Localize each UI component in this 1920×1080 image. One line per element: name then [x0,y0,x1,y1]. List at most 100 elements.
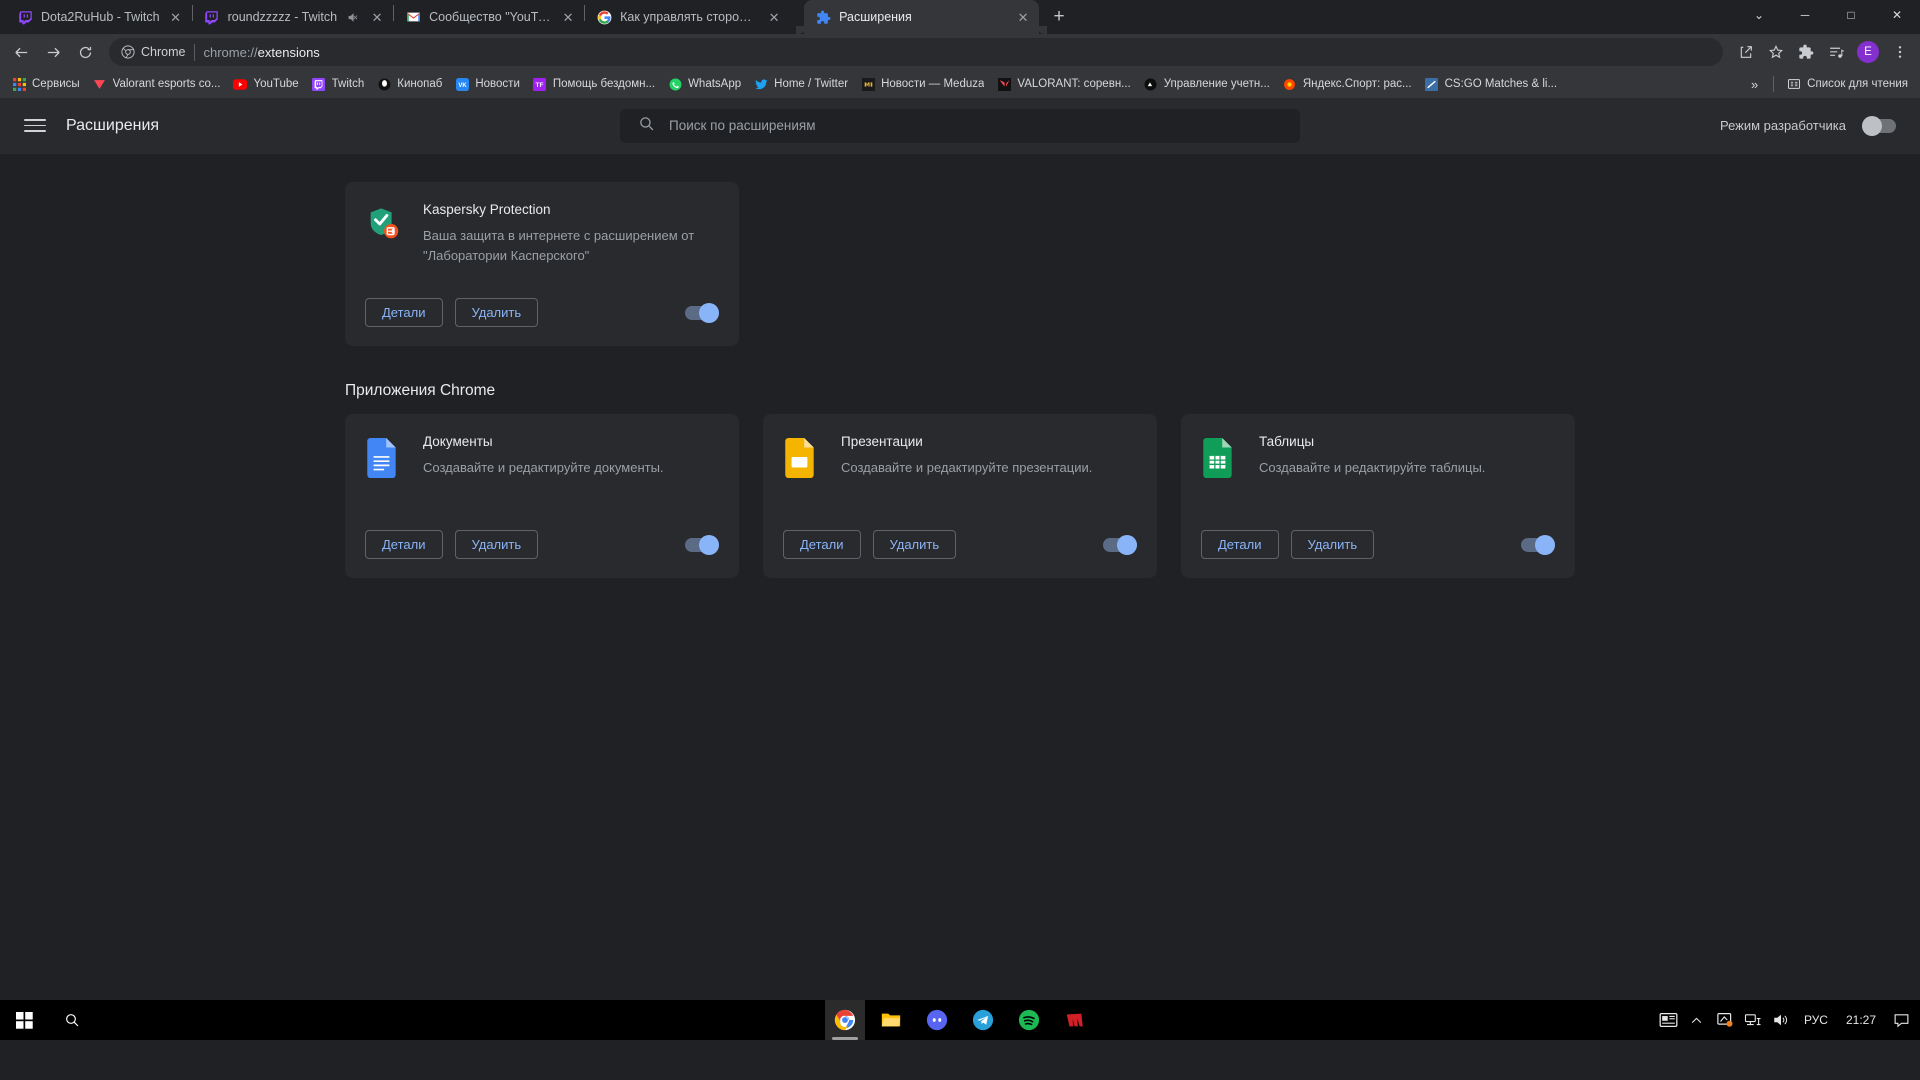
puzzle-icon [815,9,831,25]
chrome-menu-icon[interactable] [1886,38,1914,66]
show-hidden-icons-chevron-icon[interactable] [1684,1000,1710,1040]
file-explorer-taskbar-icon[interactable] [871,1000,911,1040]
taskbar-search-icon[interactable] [48,1000,96,1040]
app-enabled-toggle[interactable] [685,534,719,555]
browser-tab[interactable]: roundzzzzz - Twitch ✕ [193,0,394,34]
browser-tab[interactable]: Dota2RuHub - Twitch ✕ [6,0,192,34]
mute-icon[interactable] [345,11,361,24]
notification-center-icon[interactable] [1886,1000,1916,1040]
details-button[interactable]: Детали [783,530,861,559]
extensions-grid: Kaspersky Protection Ваша защита в интер… [345,182,1575,346]
developer-mode-toggle[interactable] [1862,115,1896,136]
bookmarks-overflow-icon[interactable]: » [1743,75,1766,94]
media-playlist-icon[interactable] [1822,38,1850,66]
search-box[interactable] [620,108,1300,143]
close-window-button[interactable]: ✕ [1874,0,1920,30]
close-icon[interactable]: ✕ [168,9,184,25]
forward-icon[interactable] [38,37,68,67]
bookmark-label: Управление учетн... [1163,78,1270,90]
discord-taskbar-icon[interactable] [917,1000,957,1040]
minimize-button[interactable]: ─ [1782,0,1828,30]
remove-button[interactable]: Удалить [454,298,539,327]
chrome-chip: Chrome [121,43,196,61]
bookmark-item[interactable]: Яндекс.Спорт: рас... [1277,74,1418,94]
reading-list-button[interactable]: Список для чтения [1781,74,1914,94]
address-url: chrome://extensions [203,44,320,60]
extension-card: Kaspersky Protection Ваша защита в интер… [345,182,739,346]
chrome-taskbar-icon[interactable] [825,1000,865,1040]
reload-icon[interactable] [70,37,100,67]
kaspersky-shield-icon [365,206,401,242]
valorant-v-icon [997,77,1011,91]
details-button[interactable]: Детали [365,298,443,327]
share-icon[interactable] [1732,38,1760,66]
bookmark-item[interactable]: TF Помощь бездомн... [527,74,661,94]
browser-tab[interactable]: Сообщество "YouTube" : "в исто ✕ [394,0,584,34]
avatar[interactable]: E [1857,41,1879,63]
remove-button[interactable]: Удалить [872,530,957,559]
telegram-taskbar-icon[interactable] [963,1000,1003,1040]
bookmark-star-icon[interactable] [1762,38,1790,66]
bookmark-item[interactable]: Управление учетн... [1138,74,1276,94]
windows-start-icon[interactable] [0,1000,48,1040]
system-tray: РУС 21:27 [1656,1000,1920,1040]
spotify-taskbar-icon[interactable] [1009,1000,1049,1040]
bookmark-label: Twitch [331,78,365,90]
bookmark-label: Новости [475,78,520,90]
remove-button[interactable]: Удалить [1290,530,1375,559]
volume-icon[interactable] [1768,1000,1794,1040]
extensions-puzzle-icon[interactable] [1792,38,1820,66]
new-tab-button[interactable]: + [1045,3,1073,31]
hamburger-menu-icon[interactable] [24,115,46,137]
details-button[interactable]: Детали [1201,530,1279,559]
close-icon[interactable]: ✕ [1015,9,1031,25]
back-icon[interactable] [6,37,36,67]
page-title: Расширения [66,116,160,134]
riot-taskbar-icon[interactable] [1055,1000,1095,1040]
browser-tab[interactable]: Как управлять сторонними при ✕ [585,0,790,34]
extension-enabled-toggle[interactable] [685,302,719,323]
bookmark-item[interactable]: Valorant esports co... [87,74,227,94]
app-enabled-toggle[interactable] [1521,534,1555,555]
app-name: Презентации [841,434,923,449]
bookmark-item[interactable]: Twitch [306,74,371,94]
bookmark-item[interactable]: WhatsApp [662,74,747,94]
close-icon[interactable]: ✕ [369,9,385,25]
reading-list-icon [1787,77,1801,91]
svg-text:TF: TF [536,82,544,89]
extension-description: Ваша защита в интернете с расширением от… [423,228,695,264]
google-icon [596,9,612,25]
bookmark-item[interactable]: Кинопаб [371,74,448,94]
app-name: Документы [423,434,493,449]
details-button[interactable]: Детали [365,530,443,559]
search-input[interactable] [669,118,1282,133]
bookmark-item[interactable]: VALORANT: соревн... [991,74,1136,94]
tf-icon: TF [533,77,547,91]
reading-list-label: Список для чтения [1807,78,1908,90]
maximize-button[interactable]: □ [1828,0,1874,30]
bookmark-item[interactable]: YouTube [227,74,304,94]
network-icon[interactable] [1740,1000,1766,1040]
language-indicator[interactable]: РУС [1796,1013,1836,1027]
taskbar-clock[interactable]: 21:27 [1838,1013,1884,1027]
window-controls: ⌄ ─ □ ✕ [1736,0,1920,34]
bookmark-item[interactable]: VK Новости [449,74,526,94]
google-sheets-icon [1201,438,1237,478]
bookmark-label: Помощь бездомн... [552,78,656,90]
app-enabled-toggle[interactable] [1103,534,1137,555]
news-widget-icon[interactable] [1656,1000,1682,1040]
csgo-icon [1425,77,1439,91]
bookmark-item[interactable]: Home / Twitter [748,74,854,94]
youtube-icon [233,77,248,91]
bookmark-item[interactable]: Новости — Meduza [855,74,990,94]
bookmark-item[interactable]: CS:GO Matches & li... [1419,74,1563,94]
remove-button[interactable]: Удалить [454,530,539,559]
app-description: Создавайте и редактируйте презентации. [841,460,1093,475]
browser-tab-active[interactable]: Расширения ✕ [796,0,1048,34]
close-icon[interactable]: ✕ [560,9,576,25]
kaspersky-tray-icon[interactable] [1712,1000,1738,1040]
bookmark-item[interactable]: Сервисы [6,74,86,94]
address-bar[interactable]: Chrome chrome://extensions [109,38,1723,66]
expand-icon[interactable]: ⌄ [1736,0,1782,30]
close-icon[interactable]: ✕ [766,9,782,25]
